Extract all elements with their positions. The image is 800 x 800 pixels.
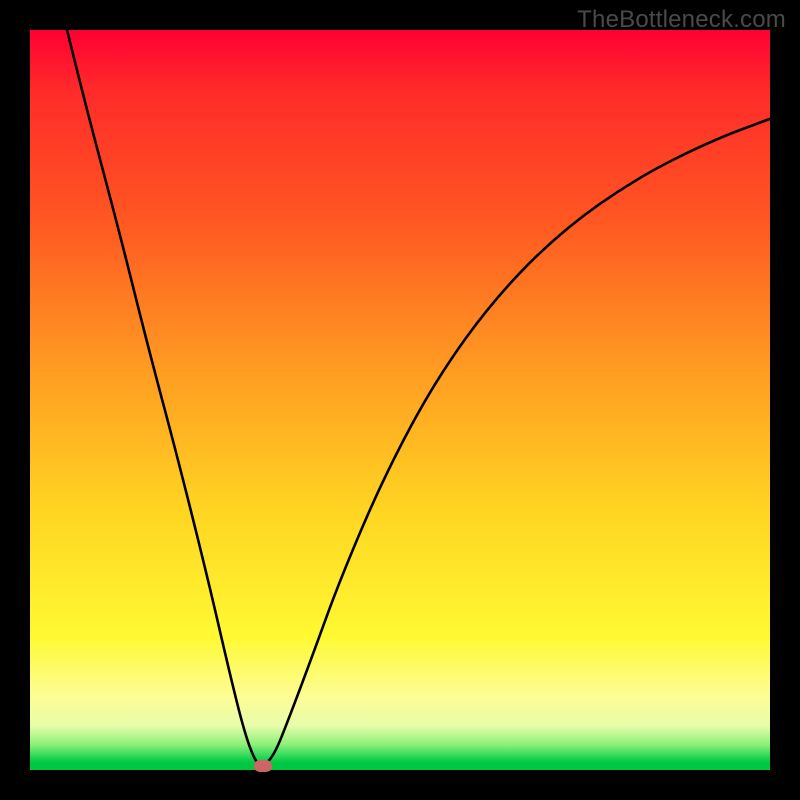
- bottleneck-curve: [67, 30, 770, 765]
- chart-frame: TheBottleneck.com: [0, 0, 800, 800]
- watermark-text: TheBottleneck.com: [577, 6, 786, 34]
- curve-svg: [30, 30, 770, 770]
- plot-area: [30, 30, 770, 770]
- optimal-point-marker: [254, 760, 272, 772]
